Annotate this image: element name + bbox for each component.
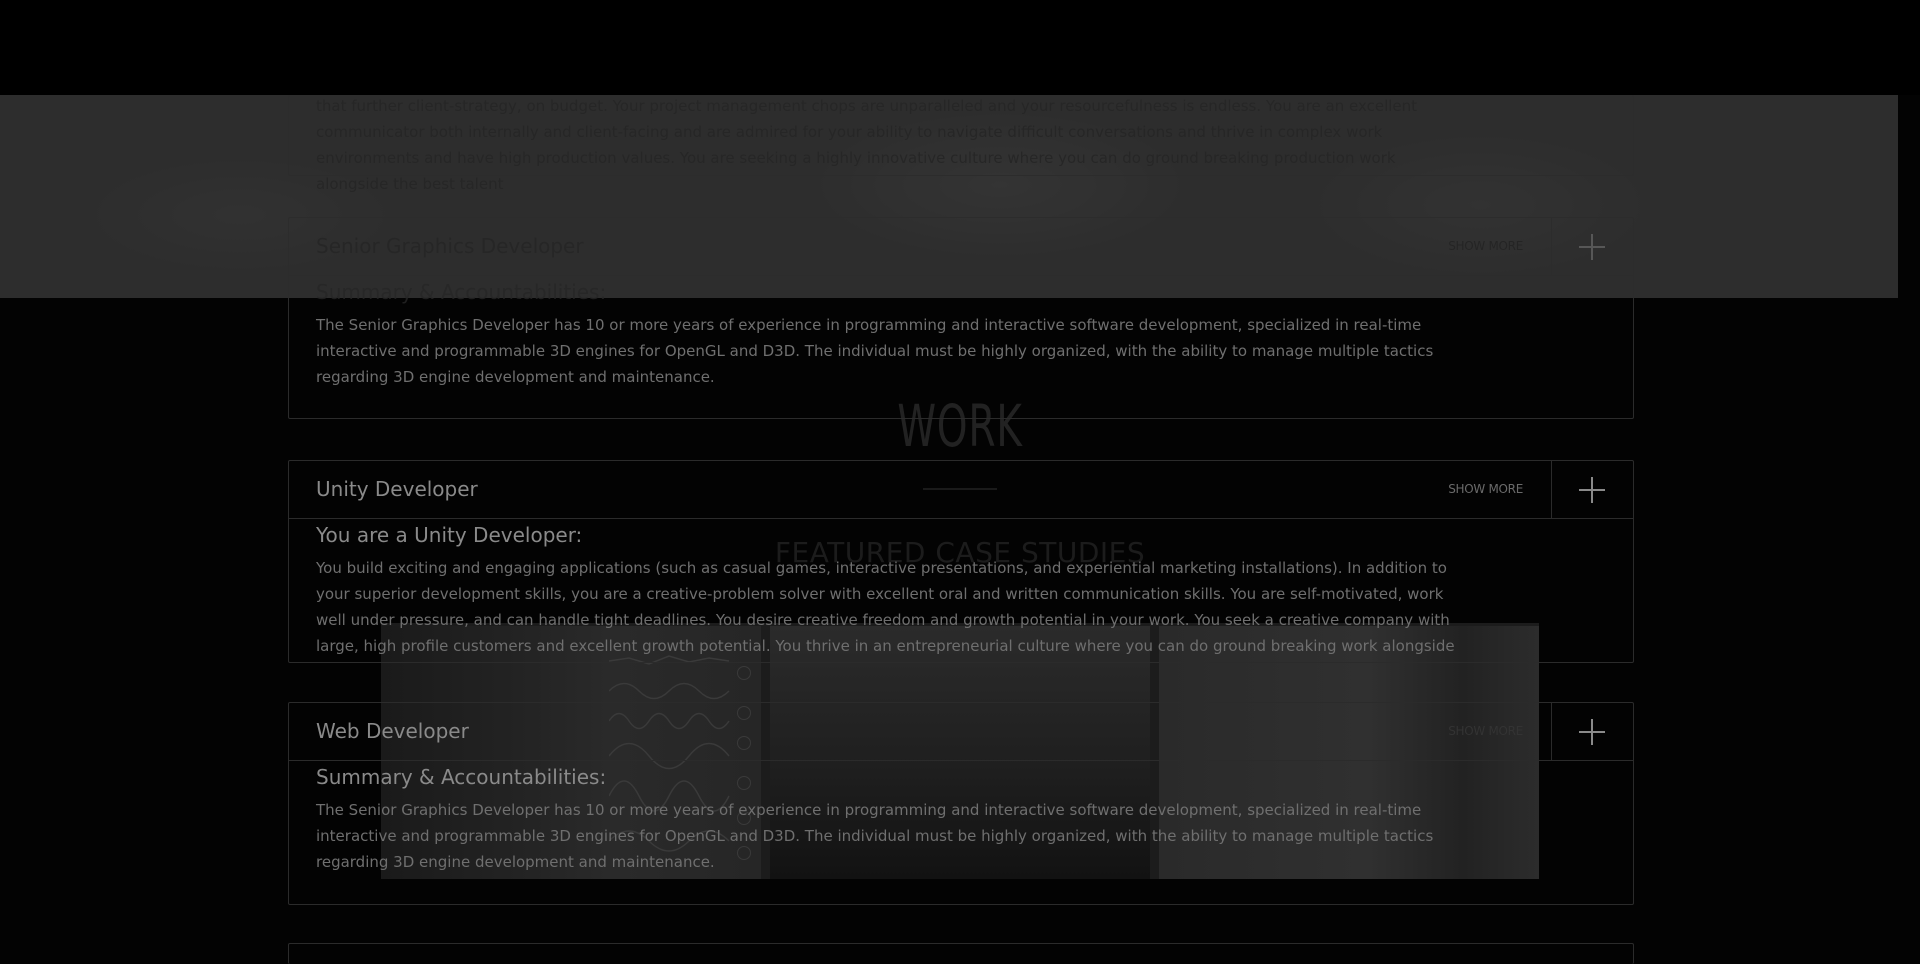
job-description: The Senior Graphics Developer has 10 or … (316, 316, 1434, 386)
job-header[interactable]: Web Developer SHOW MORE (289, 703, 1633, 761)
job-partial-description: that further client-strategy, on budget.… (316, 97, 1418, 193)
job-section-heading: Summary & Accountabilities: (316, 765, 607, 789)
expand-plus-icon[interactable] (1551, 218, 1633, 275)
job-header[interactable]: Senior Graphics Developer SHOW MORE (289, 218, 1633, 276)
top-bar (0, 0, 1920, 95)
job-title: Senior Graphics Developer (316, 234, 584, 258)
job-panel-web-developer: Web Developer SHOW MORE Summary & Accoun… (288, 702, 1634, 905)
job-title: Unity Developer (316, 477, 478, 501)
control-dot-icon (737, 666, 751, 680)
job-panel-unity-developer: Unity Developer SHOW MORE You are a Unit… (288, 460, 1634, 663)
show-more-link[interactable]: SHOW MORE (1448, 239, 1523, 253)
show-more-link[interactable]: SHOW MORE (1448, 482, 1523, 496)
job-title: Web Developer (316, 719, 469, 743)
show-more-link[interactable]: SHOW MORE (1448, 724, 1523, 738)
job-description: You build exciting and engaging applicat… (316, 559, 1455, 655)
job-header[interactable]: Unity Developer SHOW MORE (289, 461, 1633, 519)
expand-plus-icon[interactable] (1551, 703, 1633, 760)
job-section-heading: Summary & Accountabilities: (316, 280, 607, 304)
expand-plus-icon[interactable] (1551, 461, 1633, 518)
job-section-heading: You are a Unity Developer: (316, 523, 583, 547)
job-panel-partial: that further client-strategy, on budget.… (288, 95, 1634, 193)
job-panel-senior-graphics-developer: Senior Graphics Developer SHOW MORE Summ… (288, 217, 1634, 419)
job-panel-next (288, 943, 1634, 964)
job-description: The Senior Graphics Developer has 10 or … (316, 801, 1434, 871)
